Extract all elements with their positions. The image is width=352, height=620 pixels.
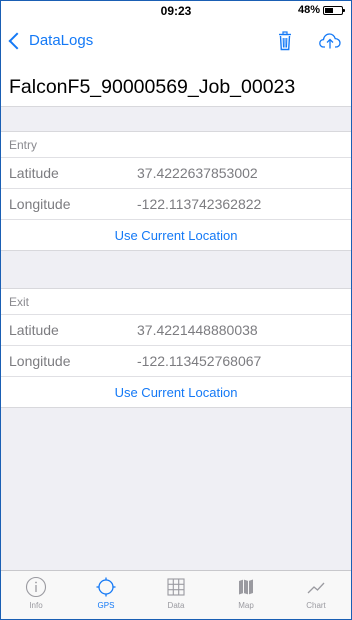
- tab-label: Map: [238, 601, 254, 610]
- battery-percent: 48%: [297, 4, 320, 16]
- entry-latitude-row: Latitude 37.4222637853002: [1, 157, 351, 188]
- title-row: FalconF5_90000569_Job_00023: [1, 65, 351, 107]
- page-title: FalconF5_90000569_Job_00023: [9, 76, 296, 98]
- tab-data[interactable]: Data: [141, 571, 211, 619]
- battery-status: 48%: [297, 4, 345, 16]
- grid-icon: [167, 578, 185, 596]
- tab-label: Info: [29, 601, 43, 610]
- back-button-label: DataLogs: [29, 32, 94, 49]
- trash-icon[interactable]: [278, 31, 292, 51]
- tab-map[interactable]: Map: [211, 571, 281, 619]
- tab-chart[interactable]: Chart: [281, 571, 351, 619]
- entry-use-current-location-button[interactable]: Use Current Location: [115, 228, 238, 243]
- tab-label: Chart: [306, 601, 326, 610]
- exit-longitude-row: Longitude -122.113452768067: [1, 345, 351, 376]
- chart-icon: [307, 582, 325, 594]
- exit-latitude-value[interactable]: 37.4221448880038: [137, 322, 258, 338]
- entry-longitude-label: Longitude: [9, 196, 71, 212]
- exit-action-row: Use Current Location: [1, 376, 351, 408]
- info-icon: [25, 576, 47, 598]
- gps-icon: [96, 577, 116, 597]
- battery-icon: [323, 5, 345, 15]
- entry-section-header: Entry: [1, 131, 351, 157]
- exit-longitude-label: Longitude: [9, 353, 71, 369]
- entry-latitude-label: Latitude: [9, 165, 59, 181]
- exit-section: Exit Latitude 37.4221448880038 Longitude…: [1, 288, 351, 408]
- tab-gps[interactable]: GPS: [71, 571, 141, 619]
- map-icon: [239, 579, 253, 595]
- exit-latitude-row: Latitude 37.4221448880038: [1, 314, 351, 345]
- navigation-bar: DataLogs: [1, 21, 351, 65]
- back-button[interactable]: DataLogs: [7, 32, 93, 49]
- exit-use-current-location-button[interactable]: Use Current Location: [115, 385, 238, 400]
- entry-action-row: Use Current Location: [1, 219, 351, 251]
- entry-longitude-value[interactable]: -122.113742362822: [137, 196, 261, 212]
- exit-section-header: Exit: [1, 288, 351, 314]
- entry-section: Entry Latitude 37.4222637853002 Longitud…: [1, 131, 351, 251]
- battery-fill: [325, 7, 333, 13]
- tab-info[interactable]: Info: [1, 571, 71, 619]
- chevron-left-icon: [8, 32, 26, 49]
- app-screen: 09:23 48% DataLogs FalconF5_90000569_Job…: [0, 0, 352, 620]
- tab-bar: Info GPS Data Map Chart: [1, 570, 351, 619]
- tab-label: GPS: [97, 601, 115, 610]
- entry-latitude-value[interactable]: 37.4222637853002: [137, 165, 258, 181]
- cloud-upload-icon[interactable]: [319, 32, 341, 50]
- exit-latitude-label: Latitude: [9, 322, 59, 338]
- tab-label: Data: [167, 601, 185, 610]
- entry-longitude-row: Longitude -122.113742362822: [1, 188, 351, 219]
- exit-longitude-value[interactable]: -122.113452768067: [137, 353, 261, 369]
- status-bar: 09:23 48%: [1, 1, 351, 21]
